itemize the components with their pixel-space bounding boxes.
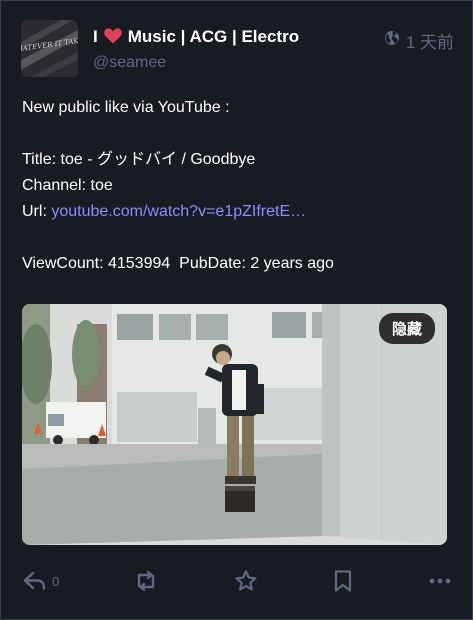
star-icon <box>234 569 258 593</box>
reply-icon <box>22 570 48 592</box>
status-action-bar: 0 <box>22 567 452 595</box>
video-link[interactable]: youtube.com/watch?v=e1pZIfretE… <box>51 203 306 220</box>
display-name[interactable]: I Music | ACG | Electro <box>93 27 299 49</box>
status-content: New public like via YouTube : Title: toe… <box>22 95 452 277</box>
content-url-line: Url: youtube.com/watch?v=e1pZIfretE… <box>22 199 452 225</box>
content-intro: New public like via YouTube : <box>22 99 230 116</box>
content-title-line: Title: toe - グッドバイ / Goodbye <box>22 147 452 173</box>
status-card: WHATEVER IT TAKES I Music | ACG | Electro… <box>0 0 473 620</box>
content-channel-line: Channel: toe <box>22 173 452 199</box>
avatar-image: WHATEVER IT TAKES <box>21 20 78 77</box>
status-meta: 1 天前 <box>384 28 454 53</box>
display-name-prefix: I <box>93 27 98 46</box>
account-handle[interactable]: @seamee <box>93 54 166 72</box>
title-value: toe - グッドバイ / Goodbye <box>60 151 256 168</box>
heart-icon <box>103 28 122 49</box>
reply-button[interactable]: 0 <box>22 570 59 592</box>
more-button[interactable] <box>428 576 452 586</box>
channel-value: toe <box>90 177 113 194</box>
media-attachment[interactable]: 隐藏 <box>22 304 447 545</box>
reply-count: 0 <box>52 573 60 589</box>
bookmark-icon <box>332 569 354 593</box>
favourite-button[interactable] <box>234 569 258 593</box>
viewcount-label: ViewCount: <box>22 255 108 272</box>
content-stats-line: ViewCount: 4153994 PubDate: 2 years ago <box>22 251 452 277</box>
display-name-suffix: Music | ACG | Electro <box>127 27 300 46</box>
hide-media-button[interactable]: 隐藏 <box>378 313 435 344</box>
globe-icon <box>384 30 400 51</box>
avatar[interactable]: WHATEVER IT TAKES <box>21 20 78 77</box>
viewcount-value: 4153994 <box>107 255 171 272</box>
channel-label: Channel: <box>22 177 91 194</box>
pubdate-value: 2 years ago <box>250 255 334 272</box>
timestamp[interactable]: 1 天前 <box>406 28 454 53</box>
bookmark-button[interactable] <box>332 569 354 593</box>
url-label: Url: <box>22 203 52 220</box>
pubdate-label: PubDate: <box>179 255 251 272</box>
boost-button[interactable] <box>133 570 159 592</box>
title-label: Title: <box>22 151 61 168</box>
more-icon <box>428 576 452 586</box>
boost-icon <box>133 570 159 592</box>
